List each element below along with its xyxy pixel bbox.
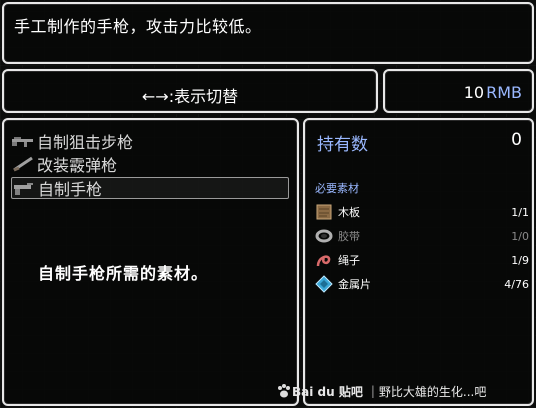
tape-icon bbox=[315, 229, 333, 243]
material-count: 1/1 bbox=[511, 205, 529, 219]
switch-hint-window: ←→:表示切替 bbox=[2, 69, 378, 113]
money-window: 10 RMB bbox=[383, 69, 534, 113]
held-count-label: 持有数 bbox=[317, 135, 368, 155]
material-name: 胶带 bbox=[338, 230, 360, 243]
material-name: 金属片 bbox=[338, 278, 371, 291]
material-row-rope: 绳子 1/9 bbox=[315, 250, 529, 270]
recipe-list-window: 自制狙击步枪 改装霰弹枪 自制手枪 自制手枪所需的素材。 bbox=[2, 118, 299, 406]
item-info-window: 持有数 0 必要素材 木板 1/1 胶带 1/0 绳子 1/9 金属片 4/76 bbox=[303, 118, 534, 406]
recipe-item-sniper-rifle[interactable]: 自制狙击步枪 bbox=[11, 130, 133, 152]
paw-icon bbox=[278, 384, 290, 398]
recipe-item-pistol[interactable]: 自制手枪 bbox=[11, 177, 289, 199]
rope-icon bbox=[316, 255, 331, 267]
metal-shard-icon bbox=[315, 275, 333, 293]
pistol-icon bbox=[14, 183, 33, 195]
material-row-wood-plank: 木板 1/1 bbox=[315, 202, 529, 222]
description-window: 手工制作的手枪，攻击力比较低。 bbox=[2, 2, 534, 64]
required-materials-header: 必要素材 bbox=[315, 182, 359, 195]
material-count: 1/9 bbox=[511, 253, 529, 267]
wood-plank-icon bbox=[316, 204, 332, 220]
recipe-item-label: 改装霰弹枪 bbox=[37, 156, 118, 175]
required-materials-message: 自制手枪所需的素材。 bbox=[38, 264, 209, 283]
held-count-value: 0 bbox=[511, 130, 522, 150]
baidu-tieba-watermark: Bai du 贴吧 | 野比大雄的生化...吧 bbox=[276, 378, 486, 404]
material-name: 木板 bbox=[338, 206, 360, 219]
item-description: 手工制作的手枪，攻击力比较低。 bbox=[14, 17, 262, 36]
watermark-brand: Bai du 贴吧 bbox=[292, 384, 363, 399]
material-count: 1/0 bbox=[511, 229, 529, 243]
recipe-item-label: 自制手枪 bbox=[38, 180, 103, 199]
watermark-text: 野比大雄的生化...吧 bbox=[378, 384, 487, 399]
switch-hint: ←→:表示切替 bbox=[141, 87, 239, 106]
watermark-separator: | bbox=[370, 384, 375, 398]
material-row-tape: 胶带 1/0 bbox=[315, 226, 529, 246]
rifle-icon bbox=[12, 137, 33, 147]
money-amount: 10 bbox=[463, 83, 485, 102]
money-unit: RMB bbox=[486, 83, 522, 102]
material-name: 绳子 bbox=[338, 254, 360, 267]
shotgun-icon bbox=[13, 156, 33, 172]
material-row-metal-shard: 金属片 4/76 bbox=[315, 274, 529, 294]
material-count: 4/76 bbox=[504, 277, 529, 291]
recipe-item-shotgun[interactable]: 改装霰弹枪 bbox=[11, 153, 117, 175]
recipe-item-label: 自制狙击步枪 bbox=[37, 133, 134, 152]
money-display: 10 RMB bbox=[464, 83, 522, 102]
